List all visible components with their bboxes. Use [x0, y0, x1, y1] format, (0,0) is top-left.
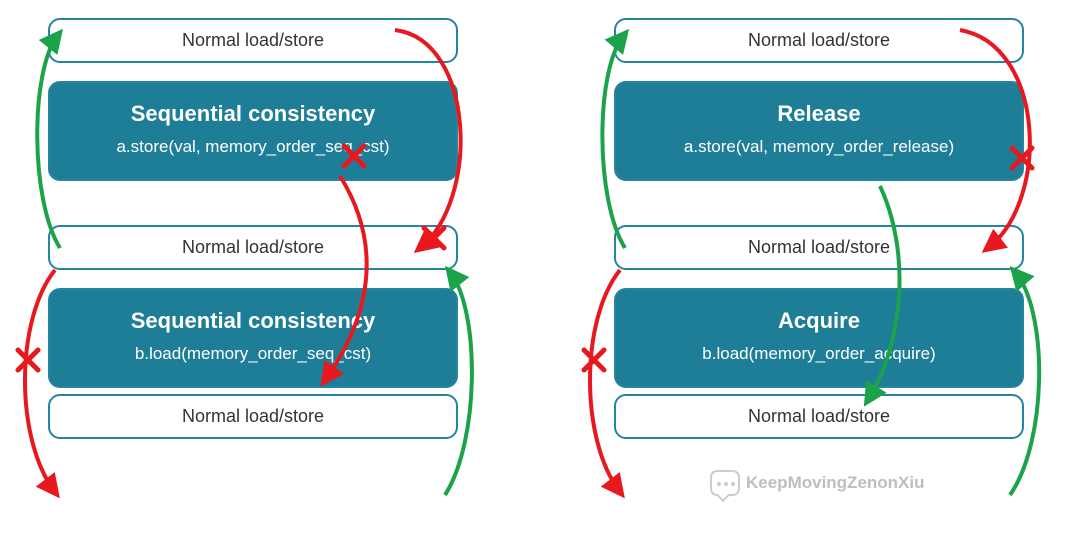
right-box-release: Release a.store(val, memory_order_releas… [614, 81, 1024, 181]
right-box2-title: Release [626, 101, 1012, 127]
right-box-normal-1: Normal load/store [614, 18, 1024, 63]
right-box4-title: Acquire [626, 308, 1012, 334]
left-column: Normal load/store Sequential consistency… [48, 18, 458, 439]
left-box-normal-3: Normal load/store [48, 394, 458, 439]
left-box4-title: Sequential consistency [60, 308, 446, 334]
right-box-acquire: Acquire b.load(memory_order_acquire) [614, 288, 1024, 388]
left-box-normal-1: Normal load/store [48, 18, 458, 63]
left-box4-code: b.load(memory_order_seq_cst) [60, 344, 446, 364]
l-cross-3to5 [18, 350, 38, 370]
r-cross-3to5 [584, 350, 604, 370]
left-box-seqcst-load: Sequential consistency b.load(memory_ord… [48, 288, 458, 388]
watermark-icon [710, 470, 740, 496]
right-box-normal-2: Normal load/store [614, 225, 1024, 270]
watermark-text: KeepMovingZenonXiu [746, 473, 925, 493]
right-box2-code: a.store(val, memory_order_release) [626, 137, 1012, 157]
right-box4-code: b.load(memory_order_acquire) [626, 344, 1012, 364]
left-box-normal-2: Normal load/store [48, 225, 458, 270]
left-box2-title: Sequential consistency [60, 101, 446, 127]
left-box-seqcst-store: Sequential consistency a.store(val, memo… [48, 81, 458, 181]
left-box2-code: a.store(val, memory_order_seq_cst) [60, 137, 446, 157]
right-box-normal-3: Normal load/store [614, 394, 1024, 439]
watermark: KeepMovingZenonXiu [710, 470, 925, 496]
right-column: Normal load/store Release a.store(val, m… [614, 18, 1024, 439]
